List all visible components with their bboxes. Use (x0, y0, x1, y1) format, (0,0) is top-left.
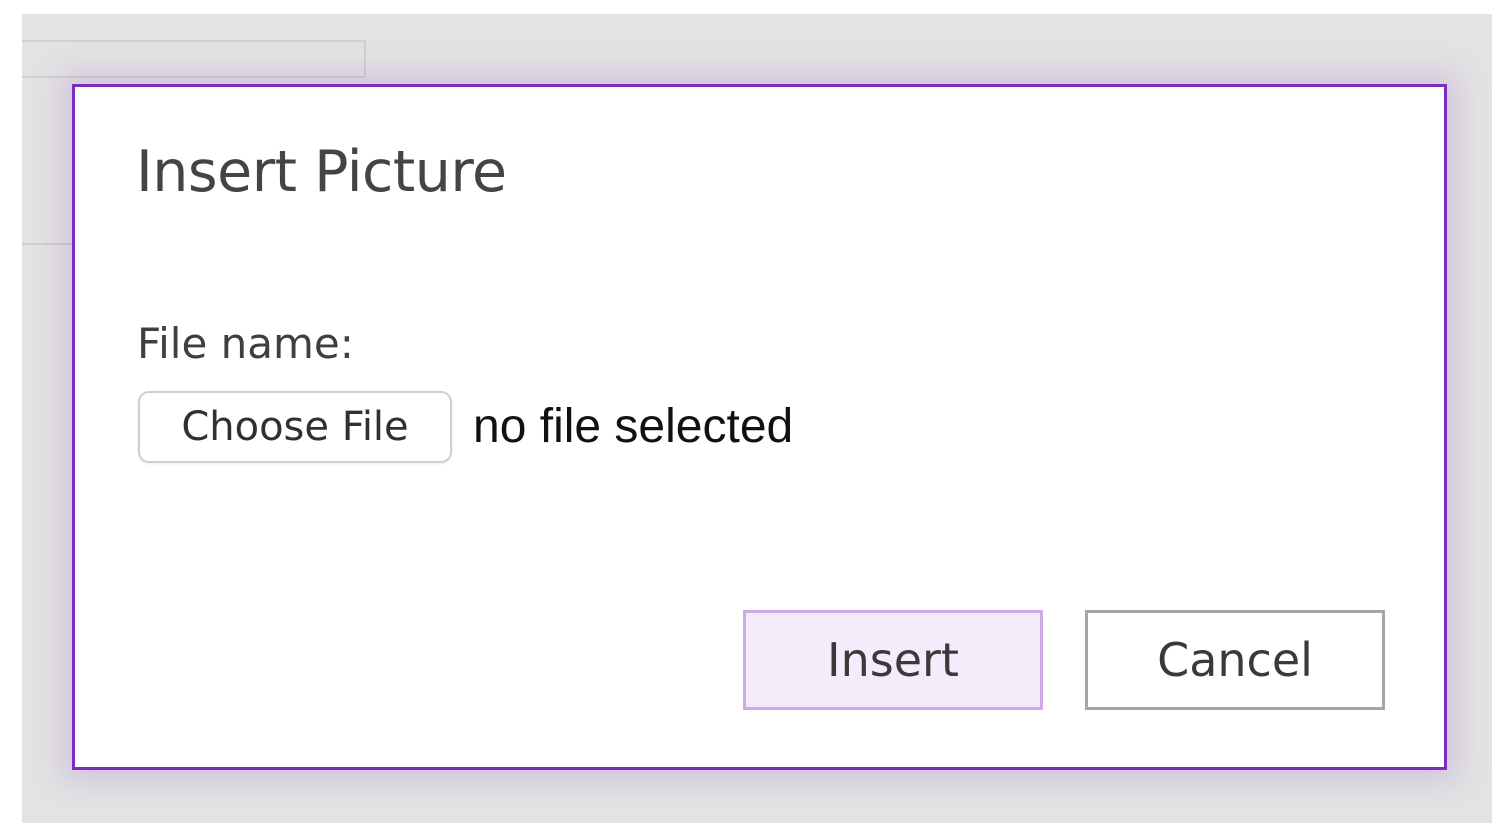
background-input-field (22, 40, 366, 78)
file-name-label: File name: (137, 319, 354, 368)
dialog-title: Insert Picture (136, 139, 507, 205)
insert-button[interactable]: Insert (743, 610, 1043, 710)
cancel-button[interactable]: Cancel (1085, 610, 1385, 710)
insert-picture-dialog: Insert Picture File name: Choose File no… (72, 84, 1447, 770)
file-status-text: no file selected (473, 400, 794, 453)
choose-file-button[interactable]: Choose File (138, 391, 452, 463)
